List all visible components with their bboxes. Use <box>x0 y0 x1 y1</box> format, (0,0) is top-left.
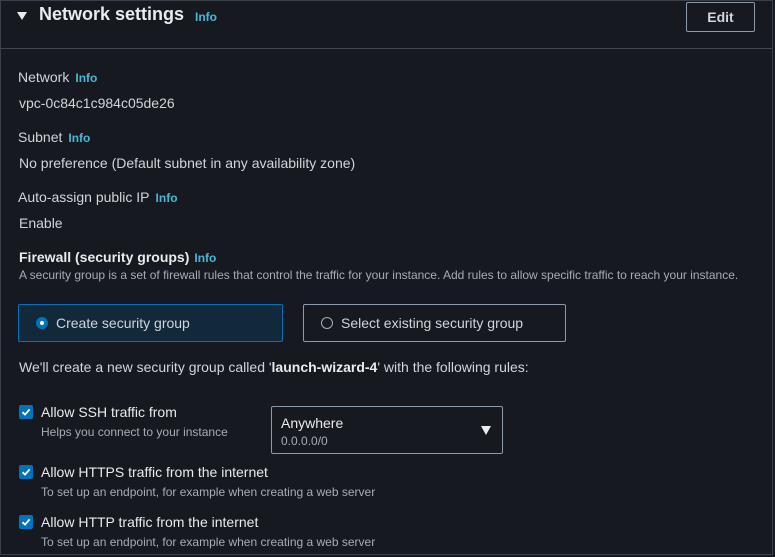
https-checkbox[interactable] <box>19 465 33 479</box>
panel-title: Network settings <box>39 4 185 24</box>
firewall-description: A security group is a set of firewall ru… <box>19 268 739 282</box>
info-link-public-ip[interactable]: Info <box>156 191 178 205</box>
select-existing-security-group-label: Select existing security group <box>341 315 524 331</box>
subnet-label: Subnet <box>18 129 63 145</box>
public-ip-value: Enable <box>19 215 63 231</box>
edit-button[interactable]: Edit <box>686 2 755 32</box>
info-link-network-settings[interactable]: Info <box>195 10 217 24</box>
network-label: Network <box>18 69 70 85</box>
security-group-name: launch-wizard-4 <box>271 359 378 375</box>
network-value: vpc-0c84c1c984c05de26 <box>19 95 175 111</box>
public-ip-label-row: Auto-assign public IP Info <box>18 189 178 205</box>
network-label-row: Network Info <box>18 69 97 85</box>
ssh-rule-description: Helps you connect to your instance <box>41 425 228 439</box>
http-rule-label: Allow HTTP traffic from the internet <box>41 514 259 530</box>
panel-header: Network settings Info Edit <box>1 1 772 49</box>
security-group-note-suffix: ' with the following rules: <box>377 359 529 375</box>
check-icon <box>21 468 31 476</box>
ssh-source-value: Anywhere <box>281 415 344 431</box>
https-rule-description: To set up an endpoint, for example when … <box>41 485 376 499</box>
info-link-subnet[interactable]: Info <box>68 131 90 145</box>
radio-unselected-icon[interactable] <box>321 317 333 329</box>
http-checkbox[interactable] <box>19 515 33 529</box>
subnet-value: No preference (Default subnet in any ava… <box>19 155 356 171</box>
security-group-note: We'll create a new security group called… <box>19 359 529 375</box>
https-rule-label: Allow HTTPS traffic from the internet <box>41 464 268 480</box>
security-group-note-prefix: We'll create a new security group called… <box>19 359 272 375</box>
caret-down-icon[interactable] <box>481 426 491 435</box>
select-existing-security-group-option[interactable]: Select existing security group <box>303 304 566 342</box>
create-security-group-label: Create security group <box>56 315 190 331</box>
radio-selected-icon[interactable] <box>36 317 48 329</box>
info-link-firewall[interactable]: Info <box>194 251 216 265</box>
public-ip-label: Auto-assign public IP <box>18 189 150 205</box>
info-link-network[interactable]: Info <box>75 71 97 85</box>
check-icon <box>21 518 31 526</box>
ssh-source-select[interactable]: Anywhere 0.0.0.0/0 <box>271 406 503 454</box>
http-rule-description: To set up an endpoint, for example when … <box>41 535 376 549</box>
firewall-title: Firewall (security groups) <box>19 249 190 265</box>
network-settings-panel: Network settings Info Edit Network Info v… <box>0 0 773 555</box>
firewall-title-row: Firewall (security groups) Info <box>19 249 216 265</box>
check-icon <box>21 408 31 416</box>
ssh-checkbox[interactable] <box>19 405 33 419</box>
subnet-label-row: Subnet Info <box>18 129 90 145</box>
create-security-group-option[interactable]: Create security group <box>18 304 283 342</box>
ssh-rule-label: Allow SSH traffic from <box>41 404 177 420</box>
ssh-source-cidr: 0.0.0.0/0 <box>281 434 328 448</box>
caret-down-icon[interactable] <box>17 12 27 20</box>
